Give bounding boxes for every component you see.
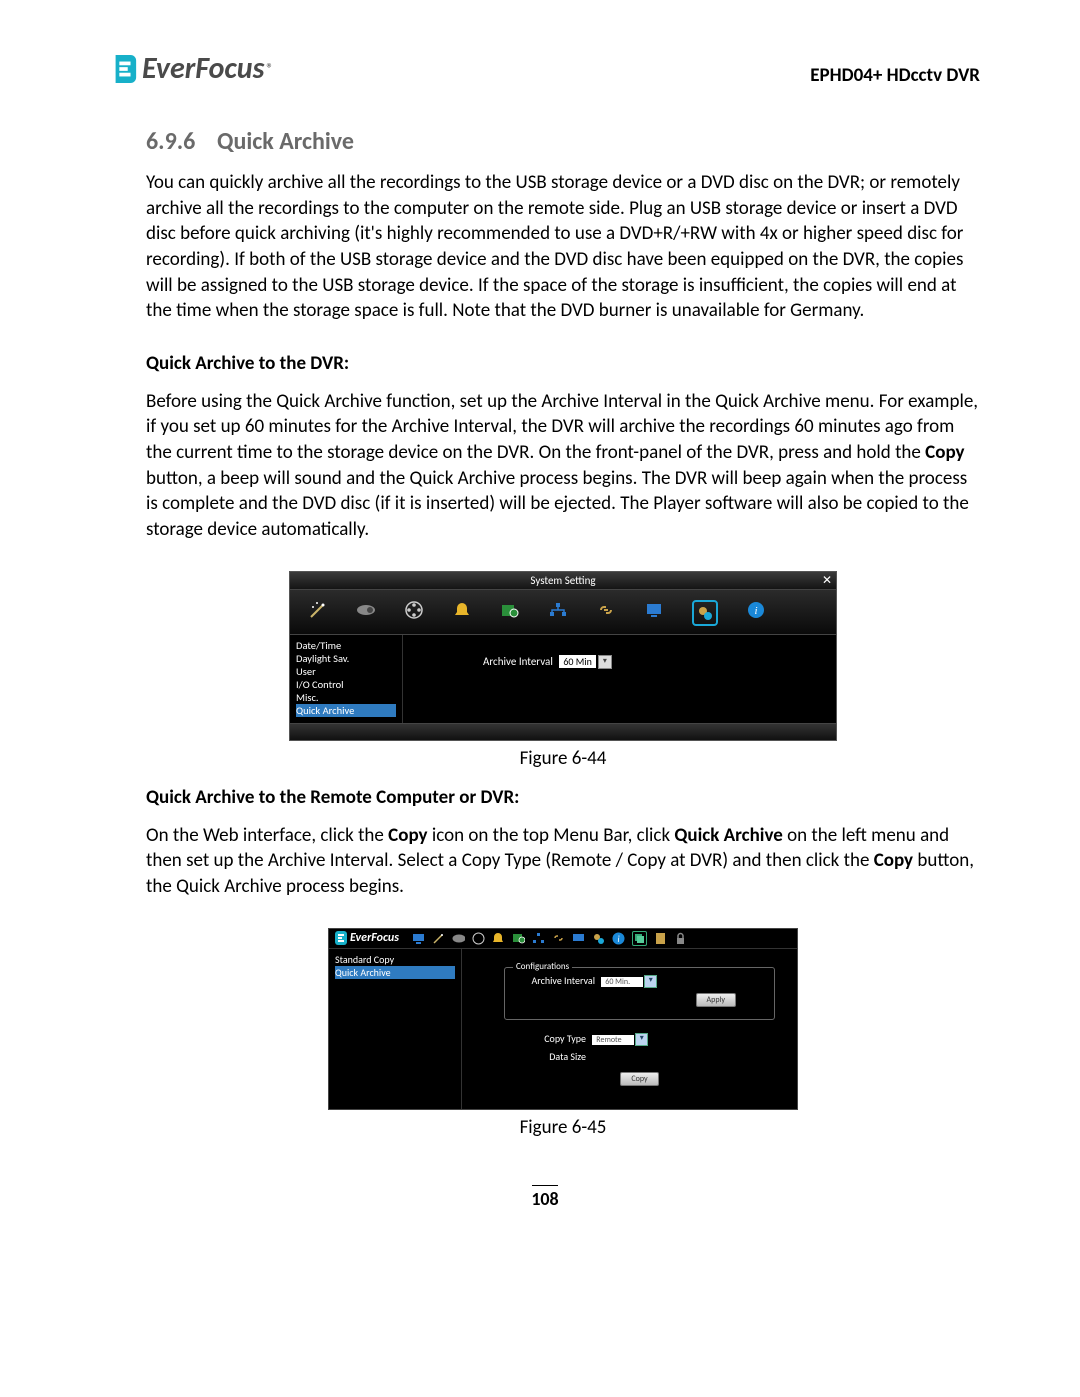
configurations-box: Configurations Archive Interval 60 Min.▾… xyxy=(504,967,775,1020)
web-main: Configurations Archive Interval 60 Min.▾… xyxy=(462,949,797,1109)
network-mini-icon[interactable] xyxy=(532,932,545,945)
quick-archive-bold: Quick Archive xyxy=(674,824,782,847)
system-setting-iconbar: i xyxy=(290,589,836,635)
intro-paragraph: You can quickly archive all the recordin… xyxy=(146,170,980,324)
section-number: 6.9.6 xyxy=(146,127,195,156)
sidebar-item-user[interactable]: User xyxy=(296,665,396,678)
archive-interval-label-web: Archive Interval xyxy=(513,974,595,987)
bell-icon[interactable] xyxy=(452,600,472,620)
monitor-icon[interactable] xyxy=(644,600,664,620)
copy-type-select[interactable]: Remote xyxy=(592,1035,634,1045)
svg-text:i: i xyxy=(754,605,757,617)
figure-6-44-caption: Figure 6-44 xyxy=(146,747,980,770)
page-number: 108 xyxy=(110,1185,980,1210)
figure-6-45-caption: Figure 6-45 xyxy=(146,1116,980,1139)
data-size-label: Data Size xyxy=(504,1050,586,1063)
sidebar-item-standard-copy[interactable]: Standard Copy xyxy=(335,953,455,966)
figure-6-44: System Setting ✕ i Date/Time Daylight Sa… xyxy=(289,571,837,741)
camera-icon[interactable] xyxy=(356,600,376,620)
archive-interval-label: Archive Interval xyxy=(483,655,553,668)
copy-bold-3: Copy xyxy=(874,849,913,872)
system-setting-footer xyxy=(290,723,836,740)
network-icon[interactable] xyxy=(548,600,568,620)
bell-mini-icon[interactable] xyxy=(492,932,505,945)
configurations-legend: Configurations xyxy=(513,961,572,972)
gears-mini-icon[interactable] xyxy=(592,932,605,945)
copy-mini-icon[interactable] xyxy=(632,931,647,946)
sidebar-item-io[interactable]: I/O Control xyxy=(296,678,396,691)
lock-mini-icon[interactable] xyxy=(674,932,687,945)
paragraph-remote: On the Web interface, click the Copy ico… xyxy=(146,823,980,900)
close-icon[interactable]: ✕ xyxy=(822,573,832,588)
page-header: EverFocus ® EPHD04+ HDcctv DVR xyxy=(110,50,980,87)
everfocus-logo-icon xyxy=(110,53,138,85)
archive-interval-select[interactable]: 60 Min xyxy=(559,655,596,668)
web-top-bar: EverFocus i xyxy=(329,929,797,949)
sidebar-item-misc[interactable]: Misc. xyxy=(296,691,396,704)
web-sidebar: Standard Copy Quick Archive xyxy=(329,949,462,1109)
link-mini-icon[interactable] xyxy=(552,932,565,945)
system-setting-main: Archive Interval 60 Min▾ xyxy=(403,635,836,723)
system-setting-sidebar: Date/Time Daylight Sav. User I/O Control… xyxy=(290,635,403,723)
system-setting-titlebar: System Setting ✕ xyxy=(290,572,836,589)
wand-mini-icon[interactable] xyxy=(432,932,445,945)
chevron-down-icon[interactable]: ▾ xyxy=(598,655,612,669)
display-mini-icon[interactable] xyxy=(572,932,585,945)
gear-icon[interactable] xyxy=(692,600,718,626)
schedule-mini-icon[interactable] xyxy=(512,932,525,945)
registered-mark: ® xyxy=(266,60,273,77)
archive-interval-select-web[interactable]: 60 Min. xyxy=(601,977,643,987)
wand-icon[interactable] xyxy=(308,600,328,620)
brand-text: EverFocus xyxy=(142,50,264,87)
reel-icon[interactable] xyxy=(404,600,424,620)
web-brand: EverFocus xyxy=(335,931,399,945)
camera-mini-icon[interactable] xyxy=(452,932,465,945)
section-heading: 6.9.6 Quick Archive xyxy=(146,127,980,156)
subhead-remote: Quick Archive to the Remote Computer or … xyxy=(146,786,980,809)
section-title: Quick Archive xyxy=(217,127,354,156)
sidebar-item-quick-archive[interactable]: Quick Archive xyxy=(296,704,396,717)
info-mini-icon[interactable]: i xyxy=(612,932,625,945)
brand-logo: EverFocus ® xyxy=(110,50,274,87)
chevron-down-icon[interactable]: ▾ xyxy=(635,1033,648,1046)
info-icon[interactable]: i xyxy=(746,600,766,620)
apply-button[interactable]: Apply xyxy=(696,993,737,1007)
page-mini-icon[interactable] xyxy=(654,932,667,945)
copy-bold-2: Copy xyxy=(388,824,427,847)
reel-mini-icon[interactable] xyxy=(472,932,485,945)
paragraph-dvr: Before using the Quick Archive function,… xyxy=(146,389,980,543)
svg-text:i: i xyxy=(617,934,619,945)
doc-model: EPHD04+ HDcctv DVR xyxy=(810,50,980,87)
subhead-dvr: Quick Archive to the DVR: xyxy=(146,352,980,375)
copy-type-label: Copy Type xyxy=(504,1032,586,1045)
copy-bold-1: Copy xyxy=(925,441,964,464)
sidebar-item-datetime[interactable]: Date/Time xyxy=(296,639,396,652)
chevron-down-icon[interactable]: ▾ xyxy=(644,975,657,988)
monitor-mini-icon[interactable] xyxy=(412,932,425,945)
figure-6-45: EverFocus i Standard Copy xyxy=(328,928,798,1110)
sidebar-item-daylight[interactable]: Daylight Sav. xyxy=(296,652,396,665)
sidebar-item-quick-archive-web[interactable]: Quick Archive xyxy=(335,966,455,979)
link-icon[interactable] xyxy=(596,600,616,620)
copy-button[interactable]: Copy xyxy=(620,1072,658,1086)
schedule-icon[interactable] xyxy=(500,600,520,620)
everfocus-mini-icon xyxy=(335,931,347,945)
